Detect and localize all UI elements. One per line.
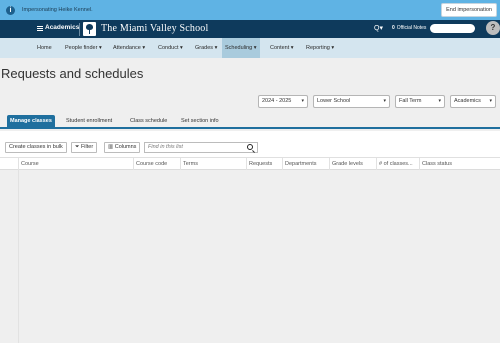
help-icon[interactable]: ? bbox=[486, 21, 500, 35]
school-select[interactable]: Lower School ▾ bbox=[313, 95, 390, 108]
chevron-down-icon: ▾ bbox=[301, 98, 304, 104]
tab-set-section-info[interactable]: Set section info bbox=[178, 115, 222, 128]
chevron-down-icon: ▾ bbox=[489, 98, 492, 104]
column-departments[interactable]: Departments bbox=[282, 158, 329, 170]
chevron-down-icon: ▾ bbox=[383, 98, 386, 104]
impersonation-message: Impersonating Heike Kennel. bbox=[22, 7, 93, 13]
create-classes-bulk-button[interactable]: Create classes in bulk bbox=[5, 142, 67, 153]
category-value: Academics bbox=[454, 98, 481, 104]
tab-manage-classes[interactable]: Manage classes bbox=[7, 115, 55, 128]
search-icon[interactable] bbox=[247, 144, 253, 150]
school-value: Lower School bbox=[317, 98, 351, 104]
column-course-code[interactable]: Course code bbox=[133, 158, 180, 170]
term-select[interactable]: Fall Term ▾ bbox=[395, 95, 445, 108]
nav-people-finder[interactable]: People finder ▾ bbox=[62, 38, 105, 58]
column-requests[interactable]: Requests bbox=[246, 158, 282, 170]
nav-content[interactable]: Content ▾ bbox=[267, 38, 297, 58]
column-terms[interactable]: Terms bbox=[180, 158, 246, 170]
impersonation-bar: i Impersonating Heike Kennel. End impers… bbox=[0, 0, 500, 20]
classes-table-header: Course Course code Terms Requests Depart… bbox=[0, 157, 500, 170]
hamburger-menu-icon[interactable] bbox=[37, 26, 43, 31]
filter-label: Filter bbox=[80, 144, 94, 150]
columns-icon: ▥ bbox=[108, 144, 114, 150]
nav-grades[interactable]: Grades ▾ bbox=[192, 38, 220, 58]
info-icon: i bbox=[6, 5, 15, 15]
school-logo-icon[interactable] bbox=[83, 22, 96, 36]
nav-reporting[interactable]: Reporting ▾ bbox=[303, 38, 337, 58]
column-grade-levels[interactable]: Grade levels bbox=[329, 158, 376, 170]
tab-bar: Manage classes Student enrollment Class … bbox=[0, 115, 500, 129]
category-select[interactable]: Academics ▾ bbox=[450, 95, 496, 108]
year-value: 2024 - 2025 bbox=[262, 98, 292, 104]
columns-button[interactable]: ▥ Columns bbox=[104, 142, 141, 153]
search-input[interactable]: Find in this list bbox=[144, 142, 258, 153]
year-select[interactable]: 2024 - 2025 ▾ bbox=[258, 95, 308, 108]
tab-class-schedule[interactable]: Class schedule bbox=[127, 115, 170, 128]
school-name[interactable]: The Miami Valley School bbox=[101, 23, 208, 34]
header-divider bbox=[79, 23, 80, 36]
official-notes[interactable]: 0 Official Notes bbox=[392, 25, 426, 31]
notes-label: Official Notes bbox=[396, 25, 427, 31]
notes-count: 0 bbox=[392, 25, 395, 31]
end-impersonation-button[interactable]: End impersonation bbox=[441, 3, 497, 17]
table-column-divider bbox=[18, 170, 19, 343]
classes-table-body bbox=[0, 170, 500, 343]
search-placeholder: Find in this list bbox=[148, 144, 183, 150]
list-toolbar: Create classes in bulk ⏷ Filter ▥ Column… bbox=[0, 131, 500, 157]
term-value: Fall Term bbox=[399, 98, 422, 104]
column-num-classes[interactable]: # of classes... bbox=[376, 158, 419, 170]
page-title: Requests and schedules bbox=[1, 66, 144, 81]
tab-student-enrollment[interactable]: Student enrollment bbox=[63, 115, 115, 128]
filter-button[interactable]: ⏷ Filter bbox=[71, 142, 98, 153]
top-header: Academics The Miami Valley School Q▾ 0 Of… bbox=[0, 20, 500, 38]
nav-home[interactable]: Home bbox=[34, 38, 55, 58]
app-name[interactable]: Academics bbox=[45, 24, 79, 31]
chevron-down-icon: ▾ bbox=[438, 98, 441, 104]
column-course[interactable]: Course bbox=[18, 158, 133, 170]
nav-attendance[interactable]: Attendance ▾ bbox=[110, 38, 148, 58]
main-nav: Home People finder ▾ Attendance ▾ Conduc… bbox=[0, 38, 500, 58]
column-class-status[interactable]: Class status bbox=[419, 158, 500, 170]
filter-icon: ⏷ bbox=[75, 144, 80, 150]
search-dropdown-icon[interactable]: Q▾ bbox=[374, 24, 383, 32]
nav-conduct[interactable]: Conduct ▾ bbox=[155, 38, 186, 58]
user-name-redacted[interactable] bbox=[430, 24, 475, 33]
columns-label: Columns bbox=[114, 144, 137, 150]
nav-scheduling[interactable]: Scheduling ▾ bbox=[222, 38, 260, 58]
